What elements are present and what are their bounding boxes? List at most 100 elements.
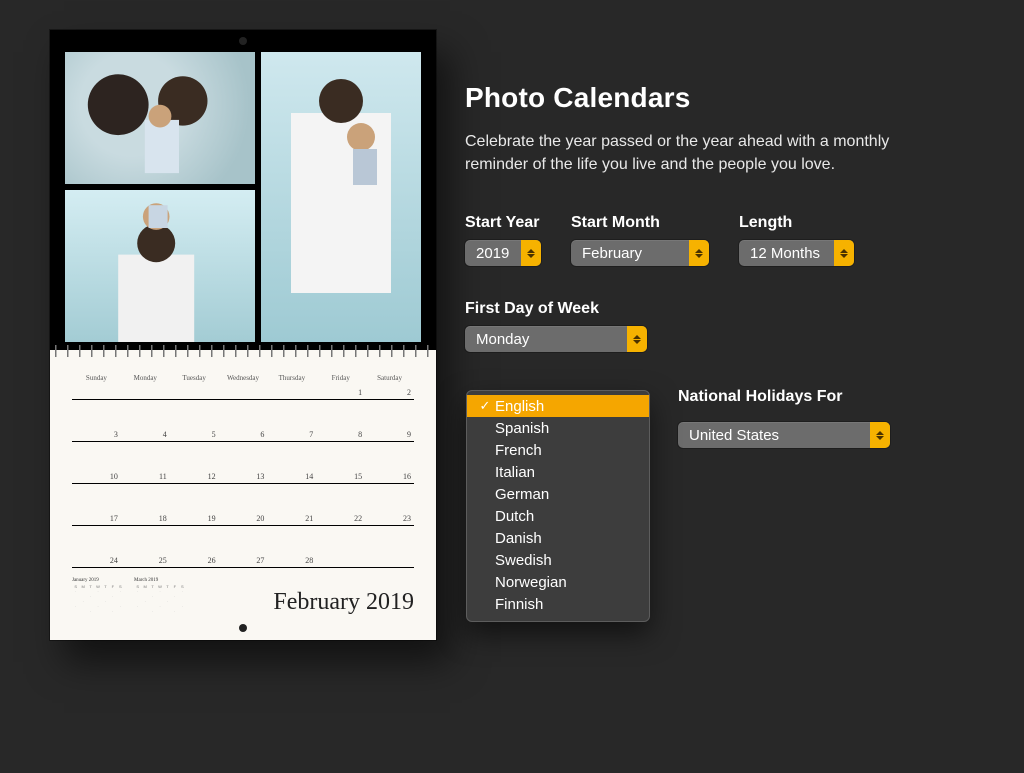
- language-option-label: English: [493, 398, 544, 415]
- mini-grid: SMTWTFS············: [134, 584, 186, 614]
- language-option-label: German: [493, 486, 549, 503]
- language-option[interactable]: Dutch: [467, 505, 649, 527]
- first-day-value: Monday: [465, 326, 627, 352]
- calendar-cell: 12: [170, 442, 219, 484]
- first-day-select[interactable]: Monday: [465, 326, 647, 352]
- day-number: 25: [159, 556, 167, 565]
- day-number: 12: [208, 472, 216, 481]
- day-number: 19: [208, 514, 216, 523]
- weekday: Tuesday: [170, 374, 219, 382]
- day-number: 20: [256, 514, 264, 523]
- calendar-grid-page: Sunday Monday Tuesday Wednesday Thursday…: [50, 350, 436, 640]
- start-month-select[interactable]: February: [571, 240, 709, 266]
- calendar-cell: 17: [72, 484, 121, 526]
- mini-day: ·: [109, 609, 116, 614]
- day-number: 27: [256, 556, 264, 565]
- calendar-cell: [365, 526, 414, 568]
- mini-day: [179, 609, 186, 614]
- weekday-header: Sunday Monday Tuesday Wednesday Thursday…: [72, 374, 414, 382]
- start-month-value: February: [571, 240, 689, 266]
- day-number: 13: [256, 472, 264, 481]
- stepper-icon: [870, 422, 890, 448]
- day-number: 15: [354, 472, 362, 481]
- day-number: 7: [309, 430, 313, 439]
- stepper-icon: [689, 240, 709, 266]
- calendar-cell: [316, 526, 365, 568]
- day-number: 16: [403, 472, 411, 481]
- day-number: 9: [407, 430, 411, 439]
- day-number: 8: [358, 430, 362, 439]
- language-option[interactable]: Swedish: [467, 549, 649, 571]
- national-holidays-select[interactable]: United States: [678, 422, 890, 448]
- language-option[interactable]: German: [467, 483, 649, 505]
- language-option-label: Swedish: [493, 552, 552, 569]
- calendar-cell: 13: [219, 442, 268, 484]
- language-option-label: Danish: [493, 530, 542, 547]
- calendar-cell: 1: [316, 386, 365, 400]
- calendar-cell: 16: [365, 442, 414, 484]
- calendar-cell: 3: [72, 400, 121, 442]
- calendar-cell: 6: [219, 400, 268, 442]
- day-number: 14: [305, 472, 313, 481]
- weekday: Wednesday: [219, 374, 268, 382]
- calendar-cell: [72, 386, 121, 400]
- calendar-cell: 9: [365, 400, 414, 442]
- mini-day: [72, 609, 79, 614]
- mini-day: ·: [149, 609, 156, 614]
- day-number: 22: [354, 514, 362, 523]
- mini-grid: SMTWTFS············: [72, 584, 124, 614]
- start-year-select[interactable]: 2019: [465, 240, 541, 266]
- mini-calendar-next: March 2019 SMTWTFS············: [134, 578, 186, 614]
- language-option[interactable]: Norwegian: [467, 571, 649, 593]
- mini-day: [79, 609, 86, 614]
- mini-day: [94, 609, 101, 614]
- day-number: 21: [305, 514, 313, 523]
- language-menu[interactable]: ✓EnglishSpanish French Italian German Dutch D…: [466, 390, 650, 622]
- day-number: 3: [114, 430, 118, 439]
- calendar-cell: 27: [219, 526, 268, 568]
- day-number: 5: [212, 430, 216, 439]
- calendar-preview: Sunday Monday Tuesday Wednesday Thursday…: [50, 30, 436, 640]
- mini-day: [156, 609, 163, 614]
- length-select[interactable]: 12 Months: [739, 240, 854, 266]
- language-option-label: French: [493, 442, 542, 459]
- language-option[interactable]: Italian: [467, 461, 649, 483]
- month-label: February 2019: [273, 589, 414, 616]
- label-start-year: Start Year: [465, 214, 541, 232]
- field-first-day: First Day of Week Monday: [465, 300, 647, 352]
- language-option[interactable]: ✓English: [467, 395, 649, 417]
- day-number: 23: [403, 514, 411, 523]
- label-start-month: Start Month: [571, 214, 709, 232]
- label-national-holidays: National Holidays For: [678, 388, 890, 406]
- calendar-cell: 4: [121, 400, 170, 442]
- mini-title: January 2019: [72, 578, 124, 583]
- weekday: Monday: [121, 374, 170, 382]
- calendar-cell: 23: [365, 484, 414, 526]
- weekday: Saturday: [365, 374, 414, 382]
- calendar-cell: 7: [267, 400, 316, 442]
- binding-hole: [239, 37, 247, 45]
- mini-day: ·: [87, 609, 94, 614]
- calendar-cell: 14: [267, 442, 316, 484]
- photo-top-left: [65, 52, 255, 184]
- national-holidays-value: United States: [678, 422, 870, 448]
- calendar-cell: 21: [267, 484, 316, 526]
- binding-hole: [239, 624, 247, 632]
- day-number: 4: [163, 430, 167, 439]
- mini-day: [102, 609, 109, 614]
- weekday: Sunday: [72, 374, 121, 382]
- language-option[interactable]: Spanish: [467, 417, 649, 439]
- calendar-cell: 25: [121, 526, 170, 568]
- month-grid: 1234567891011121314151617181920212223242…: [72, 386, 414, 568]
- mini-day: [141, 609, 148, 614]
- language-option[interactable]: Finnish: [467, 593, 649, 615]
- field-start-year: Start Year 2019: [465, 214, 541, 266]
- language-option[interactable]: Danish: [467, 527, 649, 549]
- stepper-icon: [521, 240, 541, 266]
- photo-right: [261, 52, 421, 342]
- calendar-cell: 22: [316, 484, 365, 526]
- field-length: Length 12 Months: [739, 214, 854, 266]
- mini-calendar-prev: January 2019 SMTWTFS············: [72, 578, 124, 614]
- language-option[interactable]: French: [467, 439, 649, 461]
- calendar-cell: 20: [219, 484, 268, 526]
